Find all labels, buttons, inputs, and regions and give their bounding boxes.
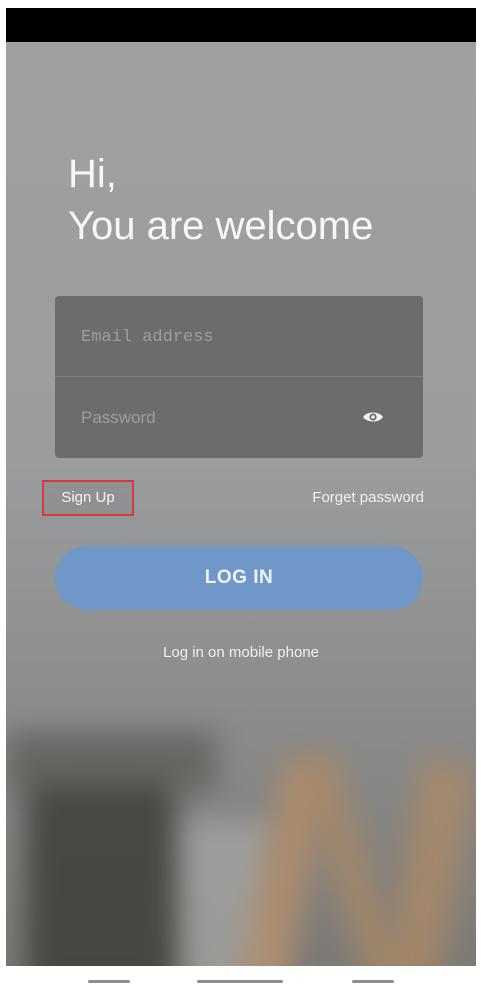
mobile-phone-login-link[interactable]: Log in on mobile phone: [6, 644, 476, 661]
forget-password-link[interactable]: Forget password: [312, 489, 424, 506]
system-navigation-bar: [0, 966, 481, 998]
password-input[interactable]: [79, 399, 353, 437]
email-field-row: [55, 296, 423, 377]
greeting-line-hi: Hi,: [68, 152, 117, 196]
email-input[interactable]: [79, 318, 353, 356]
login-screen: Hi, You are welcome Sign Up Forget passw…: [6, 8, 476, 966]
log-in-button[interactable]: LOG IN: [55, 546, 423, 610]
sign-up-link[interactable]: Sign Up: [42, 480, 134, 516]
welcome-heading: Hi, You are welcome: [68, 148, 373, 252]
nav-home-button[interactable]: [197, 980, 283, 983]
password-field-row: [55, 377, 423, 457]
greeting-line-welcome: You are welcome: [68, 204, 374, 248]
login-form: [55, 296, 423, 458]
nav-recents-button[interactable]: [88, 980, 130, 983]
nav-back-button[interactable]: [352, 980, 394, 983]
eye-icon[interactable]: [361, 407, 385, 427]
status-bar: [6, 8, 476, 42]
